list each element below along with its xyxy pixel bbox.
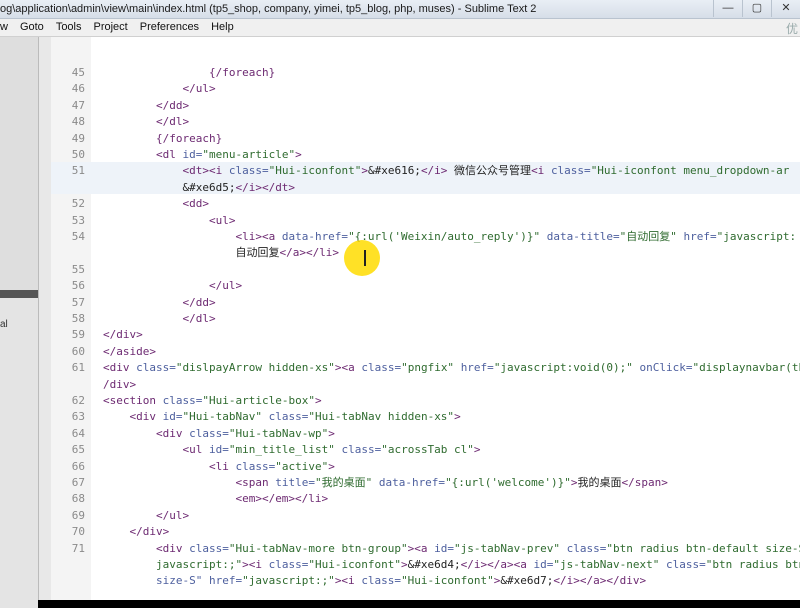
line-code: </aside> bbox=[103, 344, 156, 358]
line-number: 65 bbox=[71, 443, 85, 457]
code-editor[interactable]: 45 {/foreach} 46 </ul> 47 </dd> 48 </dl> 49 … bbox=[51, 37, 800, 600]
window-controls: — ▢ ✕ bbox=[713, 0, 800, 18]
line-number: 67 bbox=[71, 476, 85, 489]
line-code: </ul> bbox=[208, 279, 243, 293]
line-number: 54 bbox=[71, 230, 85, 243]
window-title: og\application\admin\view\main\index.htm… bbox=[0, 3, 537, 15]
line-code: 自动回复</a></li> bbox=[103, 246, 340, 260]
menu-help[interactable]: Help bbox=[205, 19, 240, 36]
line-code: <dt><i class="Hui-iconfont">&#xe616;</i>… bbox=[182, 164, 790, 178]
watermark: 优 bbox=[785, 22, 798, 36]
line-number: 45 bbox=[71, 66, 85, 79]
line-number: 57 bbox=[71, 295, 85, 309]
line-number: 46 bbox=[71, 82, 85, 96]
line-code: <div class="Hui-tabNav-more btn-group"><… bbox=[155, 541, 800, 555]
line-code: <div class="Hui-tabNav-wp"> bbox=[155, 426, 335, 440]
line-number: 60 bbox=[71, 344, 85, 358]
line-number: 53 bbox=[71, 213, 85, 227]
line-code: /div> bbox=[103, 377, 137, 391]
menu-view[interactable]: w bbox=[0, 19, 14, 36]
title-bar: og\application\admin\view\main\index.htm… bbox=[0, 0, 800, 19]
line-number: 62 bbox=[71, 394, 85, 407]
sidebar-text-fragment: al bbox=[0, 319, 8, 330]
line-number: 64 bbox=[71, 426, 85, 440]
menu-goto[interactable]: Goto bbox=[14, 19, 50, 36]
line-code: </dl> bbox=[182, 312, 216, 325]
line-code: <span title="我的桌面" data-href="{:url('wel… bbox=[235, 476, 668, 489]
line-code: {/foreach} bbox=[155, 131, 223, 145]
menu-bar: w Goto Tools Project Preferences Help bbox=[0, 19, 800, 37]
line-code: </div> bbox=[129, 525, 170, 539]
line-number: 61 bbox=[71, 361, 85, 375]
menu-project[interactable]: Project bbox=[88, 19, 134, 36]
line-code: </div> bbox=[103, 328, 143, 342]
line-number: 70 bbox=[71, 525, 85, 539]
line-code: <ul> bbox=[208, 213, 236, 227]
text-cursor-icon bbox=[364, 250, 366, 266]
maximize-button[interactable]: ▢ bbox=[742, 0, 771, 17]
line-number: 63 bbox=[71, 410, 85, 424]
line-number: 47 bbox=[71, 98, 85, 112]
line-number: 56 bbox=[71, 279, 85, 293]
line-number: 68 bbox=[71, 492, 85, 506]
line-code: <ul id="min_title_list" class="acrossTab… bbox=[182, 443, 481, 457]
line-number: 55 bbox=[71, 262, 85, 276]
line-code: javascript:;"><i class="Hui-iconfont">&#… bbox=[155, 558, 800, 571]
line-code: </dd> bbox=[182, 295, 216, 309]
line-number: 58 bbox=[71, 312, 85, 325]
sidebar-lower-pane bbox=[0, 290, 38, 608]
menu-tools[interactable]: Tools bbox=[50, 19, 88, 36]
line-code: <div id="Hui-tabNav" class="Hui-tabNav h… bbox=[129, 410, 461, 424]
line-code: <li><a data-href="{:url('Weixin/auto_rep… bbox=[235, 230, 797, 243]
line-number: 50 bbox=[71, 148, 85, 161]
line-number: 66 bbox=[71, 459, 85, 473]
line-code: &#xe6d5;</i></dt> bbox=[103, 180, 296, 194]
line-code: {/foreach} bbox=[208, 66, 276, 79]
line-code: <dd> bbox=[182, 197, 209, 211]
line-code: size-S" href="javascript:;"><i class="Hu… bbox=[155, 574, 647, 588]
line-code: </dl> bbox=[155, 115, 190, 129]
minimize-button[interactable]: — bbox=[713, 0, 742, 17]
line-code: <section class="Hui-article-box"> bbox=[103, 394, 322, 407]
sidebar[interactable]: al bbox=[0, 37, 39, 608]
line-code: </ul> bbox=[182, 82, 216, 96]
line-code: </ul> bbox=[155, 508, 190, 522]
line-code: <li class="active"> bbox=[208, 459, 335, 473]
line-code: </dd> bbox=[155, 98, 190, 112]
close-button[interactable]: ✕ bbox=[771, 0, 800, 17]
minimap-gap bbox=[39, 37, 51, 600]
line-number: 52 bbox=[71, 197, 85, 211]
line-number: 49 bbox=[71, 131, 85, 145]
line-number: 51 bbox=[71, 164, 85, 178]
menu-preferences[interactable]: Preferences bbox=[134, 19, 205, 36]
line-number: 69 bbox=[71, 508, 85, 522]
line-code: <div class="dislpayArrow hidden-xs"><a c… bbox=[103, 361, 800, 375]
line-code: <dl id="menu-article"> bbox=[155, 148, 302, 161]
line-number: 59 bbox=[71, 328, 85, 342]
mouse-cursor-highlight bbox=[344, 240, 380, 276]
line-number: 48 bbox=[71, 115, 85, 129]
line-code: <em></em></li> bbox=[235, 492, 329, 506]
line-number: 71 bbox=[71, 541, 85, 555]
